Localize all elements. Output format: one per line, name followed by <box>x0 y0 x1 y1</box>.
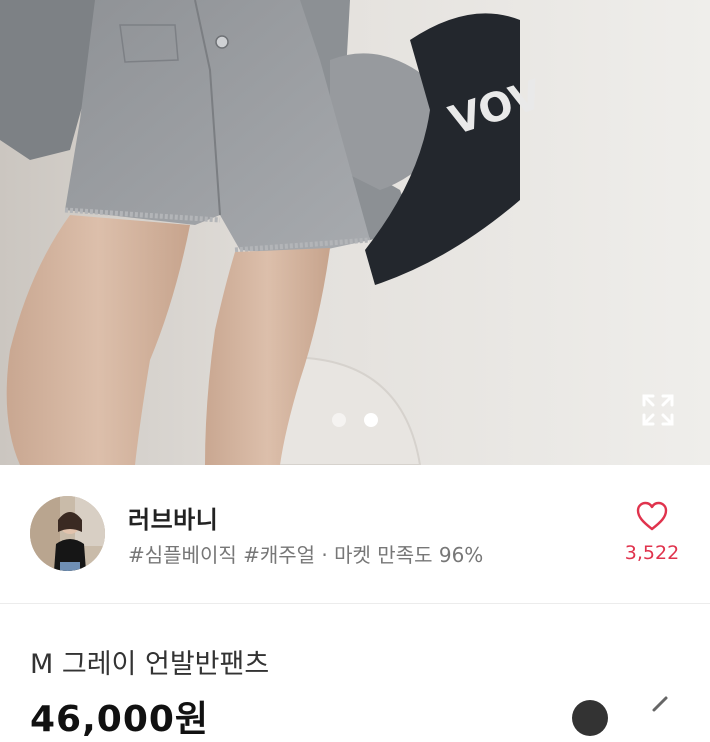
section-divider <box>0 603 710 604</box>
carousel-dot[interactable] <box>332 413 346 427</box>
seller-section <box>0 465 710 603</box>
carousel-dot-active[interactable] <box>364 413 378 427</box>
like-button[interactable]: 3,522 <box>620 500 684 570</box>
share-icon[interactable] <box>640 694 674 724</box>
product-photo[interactable]: VOV <box>0 0 710 465</box>
expand-icon[interactable] <box>641 393 675 427</box>
product-title: M 그레이 언발반팬츠 <box>30 649 270 680</box>
product-price: 46,000원 <box>30 699 210 740</box>
product-photo-art: VOV <box>0 0 710 465</box>
seller-avatar[interactable] <box>30 496 105 571</box>
like-count: 3,522 <box>624 542 680 564</box>
heart-outline-icon <box>636 501 668 531</box>
seller-name[interactable]: 러브바니 <box>128 500 218 535</box>
carousel-indicator <box>0 413 710 429</box>
chat-button[interactable] <box>572 700 608 736</box>
seller-tags: #심플베이직 #캐주얼 · 마켓 만족도 96% <box>128 543 484 567</box>
